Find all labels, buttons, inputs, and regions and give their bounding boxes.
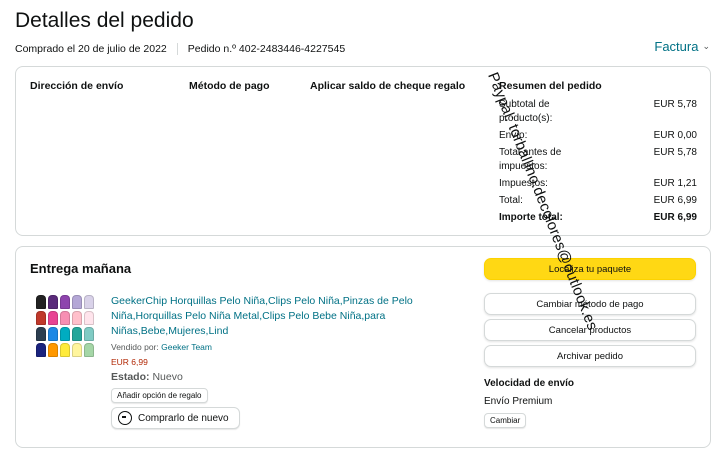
page-title: Detalles del pedido (15, 9, 194, 32)
hair-clip-swatch (48, 311, 58, 325)
product-price: EUR 6,99 (111, 357, 148, 367)
hair-clip-swatch (36, 343, 46, 357)
shipping-speed-heading: Velocidad de envío (484, 378, 575, 389)
product-title-link[interactable]: GeekerChip Horquillas Pelo Niña,Clips Pe… (111, 294, 431, 339)
hair-clip-swatch (48, 327, 58, 341)
order-meta: Comprado el 20 de julio de 2022 Pedido n… (15, 43, 345, 55)
divider (176, 43, 178, 55)
chevron-down-icon: ⌄ (702, 41, 710, 51)
product-image[interactable] (36, 295, 96, 359)
track-package-button[interactable]: Localiza tu paquete (484, 258, 696, 280)
hair-clip-swatch (84, 311, 94, 325)
summary-total-row: Importe total: EUR 6,99 (499, 212, 697, 223)
order-number: Pedido n.º 402-2483446-4227545 (187, 43, 346, 55)
archive-order-button[interactable]: Archivar pedido (484, 345, 696, 367)
hair-clip-swatch (60, 327, 70, 341)
invoice-label: Factura (654, 39, 699, 54)
shipping-address-heading: Dirección de envío (30, 80, 124, 92)
payment-method-heading: Método de pago (189, 80, 270, 92)
hair-clip-swatch (60, 311, 70, 325)
buy-again-button[interactable]: Comprarlo de nuevo (111, 407, 240, 429)
add-gift-option-button[interactable]: Añadir opción de regalo (111, 388, 208, 403)
seller-link[interactable]: Geeker Team (161, 342, 212, 352)
summary-row: Total: EUR 6,99 (499, 195, 697, 206)
sold-by: Vendido por: Geeker Team (111, 342, 212, 352)
hair-clip-swatch (84, 343, 94, 357)
hair-clip-swatch (60, 343, 70, 357)
hair-clip-swatch (72, 327, 82, 341)
buy-again-icon (118, 411, 132, 425)
product-condition: Estado: Nuevo (111, 371, 183, 383)
hair-clip-swatch (84, 327, 94, 341)
hair-clip-swatch (36, 311, 46, 325)
order-date: Comprado el 20 de julio de 2022 (15, 43, 167, 55)
hair-clip-swatch (84, 295, 94, 309)
delivery-heading: Entrega mañana (30, 261, 132, 276)
summary-row: Envío: EUR 0,00 (499, 130, 697, 141)
order-info-card: Dirección de envío Método de pago Aplica… (15, 66, 711, 236)
hair-clip-swatch (36, 327, 46, 341)
hair-clip-swatch (36, 295, 46, 309)
delivery-card: Entrega mañana GeekerChip Horquillas Pel… (15, 246, 711, 448)
hair-clip-swatch (72, 311, 82, 325)
summary-row: Subtotal de producto(s): EUR 5,78 (499, 99, 697, 124)
hair-clip-swatch (48, 343, 58, 357)
hair-clip-swatch (72, 343, 82, 357)
change-speed-button[interactable]: Cambiar (484, 413, 527, 428)
hair-clip-swatch (72, 295, 82, 309)
invoice-dropdown[interactable]: Factura ⌄ (654, 39, 710, 54)
gift-balance-heading: Aplicar saldo de cheque regalo (310, 80, 466, 92)
hair-clip-swatch (48, 295, 58, 309)
hair-clip-swatch (60, 295, 70, 309)
summary-title: Resumen del pedido (499, 80, 602, 92)
shipping-speed-value: Envío Premium (484, 396, 553, 407)
